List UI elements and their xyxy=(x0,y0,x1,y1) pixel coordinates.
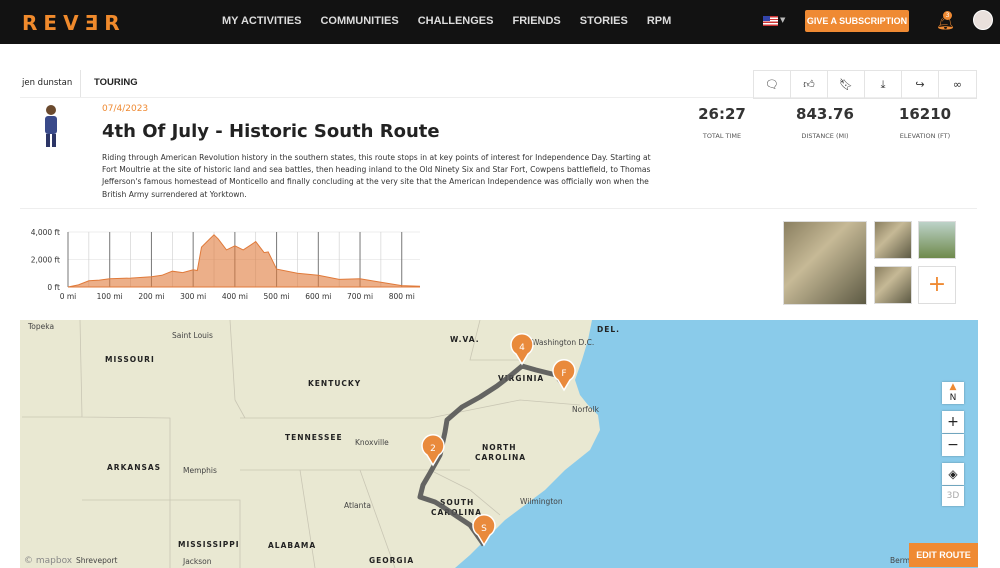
nav-my-activities[interactable]: MY ACTIVITIES xyxy=(222,15,301,27)
nav-stories[interactable]: STORIES xyxy=(580,15,628,27)
user-photo xyxy=(45,105,57,147)
state-label: KENTUCKY xyxy=(308,379,361,388)
divider xyxy=(80,70,81,97)
map-canvas[interactable]: Topeka Saint Louis Washington D.C. Norfo… xyxy=(20,320,978,568)
3d-button[interactable]: 3D xyxy=(942,486,964,506)
state-label: MISSISSIPPI xyxy=(178,540,240,549)
divider xyxy=(20,208,977,209)
breadcrumb-user[interactable]: jen dunstan xyxy=(22,78,72,88)
photo-thumbnail[interactable] xyxy=(874,221,912,259)
us-flag-icon[interactable] xyxy=(763,16,778,26)
y-tick-label: 0 ft xyxy=(47,283,60,292)
comment-icon[interactable]: 🗨 xyxy=(754,71,791,98)
state-label: DEL. xyxy=(597,325,620,334)
map-label: Jackson xyxy=(182,557,212,566)
x-tick-label: 300 mi xyxy=(180,292,206,301)
map-label: Memphis xyxy=(183,466,217,475)
zoom-in-button[interactable]: + xyxy=(942,411,964,433)
svg-text:2: 2 xyxy=(430,444,436,454)
add-photo-button[interactable]: + xyxy=(918,266,956,304)
nav-communities[interactable]: COMMUNITIES xyxy=(320,15,398,27)
activity-date: 07/4/2023 xyxy=(102,104,149,114)
state-label: ALABAMA xyxy=(268,541,316,550)
map-label: Wilmington xyxy=(520,497,563,506)
share-icon[interactable]: ↪ xyxy=(902,71,939,98)
layers-icon[interactable]: ◈ xyxy=(942,463,964,485)
state-label: MISSOURI xyxy=(105,355,155,364)
ocean xyxy=(455,320,978,568)
notification-badge: 3 xyxy=(943,11,952,20)
chevron-down-icon[interactable]: ▼ xyxy=(780,16,785,24)
action-bar: 🗨 👍︎ 🔖︎ ⤓ ↪ ∞ xyxy=(753,70,977,99)
x-tick-label: 800 mi xyxy=(389,292,415,301)
x-tick-label: 0 mi xyxy=(60,292,77,301)
map-label: Norfolk xyxy=(572,405,600,414)
svg-text:F: F xyxy=(561,369,566,379)
x-tick-label: 100 mi xyxy=(97,292,123,301)
x-tick-label: 200 mi xyxy=(138,292,164,301)
map-label: Knoxville xyxy=(355,438,389,447)
route-pin-2[interactable]: 2 xyxy=(421,434,445,467)
top-nav: REVƎR MY ACTIVITIES COMMUNITIES CHALLENG… xyxy=(0,0,1000,44)
elevation-chart[interactable]: 0 ft 2,000 ft 4,000 ft 0 mi 100 mi 200 mi 300 … xyxy=(20,222,420,307)
x-tick-label: 400 mi xyxy=(222,292,248,301)
state-label: W.VA. xyxy=(450,335,480,344)
rever-logo[interactable]: REVƎR xyxy=(22,11,126,35)
map-label: Saint Louis xyxy=(172,331,213,340)
map-label: Atlanta xyxy=(344,501,371,510)
compass-button[interactable]: ▲ N xyxy=(942,382,964,404)
state-label: TENNESSEE xyxy=(285,433,343,442)
bookmark-icon[interactable]: 🔖︎ xyxy=(828,71,865,98)
compass-needle-icon: ▲ xyxy=(949,382,957,392)
map-label: Washington D.C. xyxy=(532,338,594,347)
state-label: GEORGIA xyxy=(369,556,414,565)
map-label: Berm xyxy=(890,556,910,565)
activity-title: 4th Of July - Historic South Route xyxy=(102,121,440,142)
state-label: CAROLINA xyxy=(475,453,526,462)
x-tick-label: 700 mi xyxy=(347,292,373,301)
download-icon[interactable]: ⤓ xyxy=(865,71,902,98)
state-label: ARKANSAS xyxy=(107,463,161,472)
zoom-out-button[interactable]: − xyxy=(942,434,964,456)
like-icon[interactable]: 👍︎ xyxy=(791,71,828,98)
y-tick-label: 2,000 ft xyxy=(31,256,60,265)
map-label: Shreveport xyxy=(76,556,118,565)
x-tick-label: 500 mi xyxy=(264,292,290,301)
stat-elevation: 16210 ELEVATION (FT) xyxy=(898,105,952,140)
y-tick-label: 4,000 ft xyxy=(31,228,60,237)
give-subscription-button[interactable]: GIVE A SUBSCRIPTION xyxy=(805,10,909,32)
elevation-area xyxy=(67,234,420,288)
stat-distance: 843.76 DISTANCE (MI) xyxy=(796,105,854,140)
compass-label: N xyxy=(949,393,957,403)
breadcrumb-type: TOURING xyxy=(94,77,138,88)
nav-challenges[interactable]: CHALLENGES xyxy=(418,15,494,27)
nav-rpm[interactable]: RPM xyxy=(647,15,671,27)
x-tick-label: 600 mi xyxy=(305,292,331,301)
svg-text:4: 4 xyxy=(519,343,525,353)
svg-text:S: S xyxy=(481,524,487,534)
route-map[interactable]: Topeka Saint Louis Washington D.C. Norfo… xyxy=(20,320,978,568)
nav-friends[interactable]: FRIENDS xyxy=(512,15,560,27)
map-label: Topeka xyxy=(27,322,54,331)
state-label: NORTH xyxy=(482,443,516,452)
route-pin-F[interactable]: F xyxy=(552,359,576,392)
photo-thumbnail[interactable] xyxy=(874,266,912,304)
stat-total-time: 26:27 TOTAL TIME xyxy=(698,105,746,140)
mapbox-attribution[interactable]: © mapbox xyxy=(24,556,72,566)
link-icon[interactable]: ∞ xyxy=(939,71,976,98)
avatar[interactable] xyxy=(973,10,993,30)
edit-route-button[interactable]: EDIT ROUTE xyxy=(909,543,978,567)
route-pin-4[interactable]: 4 xyxy=(510,333,534,366)
activity-description: Riding through American Revolution histo… xyxy=(102,153,651,199)
photo-thumbnail[interactable] xyxy=(918,221,956,259)
photo-thumbnail[interactable] xyxy=(783,221,867,305)
